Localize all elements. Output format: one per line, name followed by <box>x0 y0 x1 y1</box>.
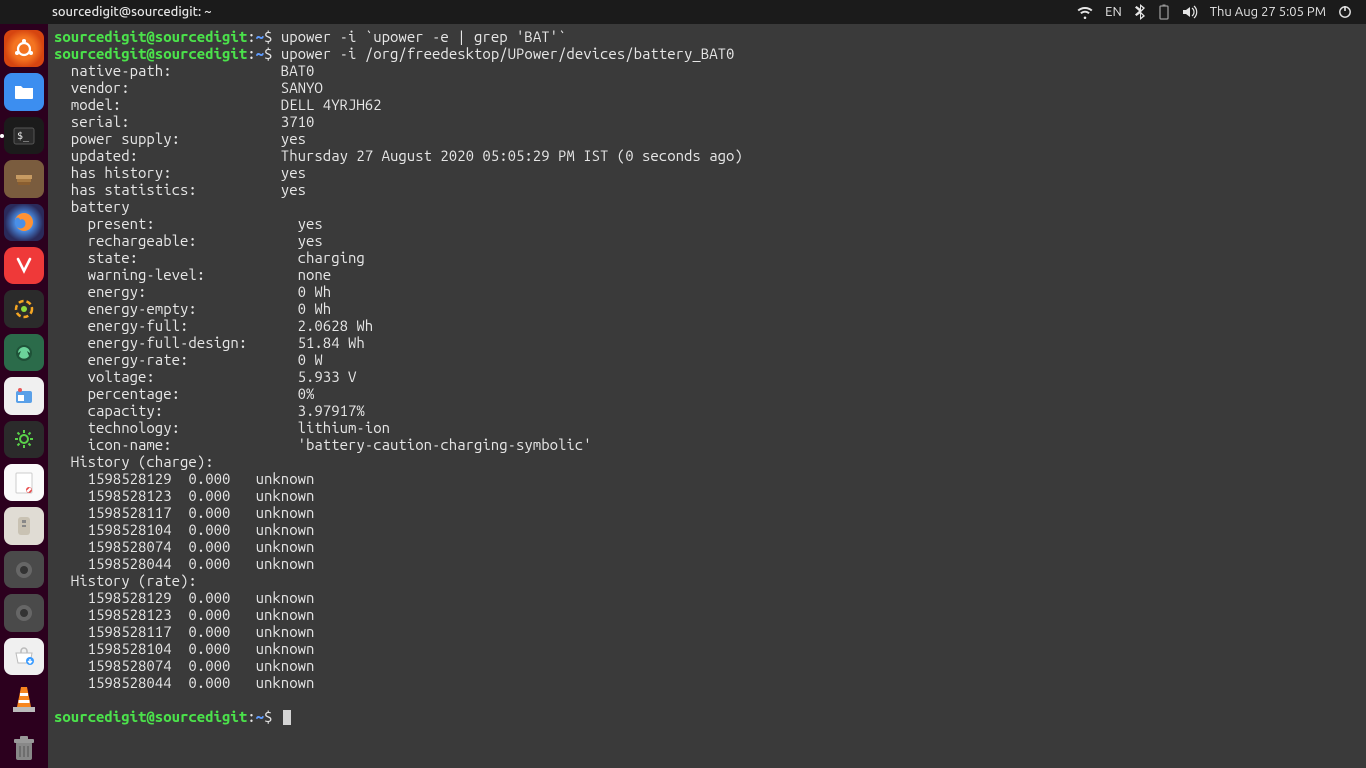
dock-item-vivaldi[interactable] <box>4 247 44 284</box>
dock-item-app2[interactable] <box>4 377 44 414</box>
clock[interactable]: Thu Aug 27 5:05 PM <box>1204 5 1332 19</box>
clock-label: Thu Aug 27 5:05 PM <box>1210 5 1326 19</box>
terminal-content[interactable]: sourcedigit@sourcedigit:~$ upower -i `up… <box>48 24 1366 768</box>
dock-item-software[interactable] <box>4 638 44 675</box>
svg-text:$_: $_ <box>17 131 30 142</box>
cursor <box>283 710 291 725</box>
dock-item-ubuntu[interactable] <box>4 30 44 67</box>
dock-item-nautilus[interactable] <box>4 160 44 197</box>
power-icon[interactable] <box>1332 5 1358 19</box>
dock-item-vlc[interactable] <box>4 681 44 718</box>
dock-item-screenshot[interactable] <box>4 334 44 371</box>
battery-icon[interactable] <box>1152 4 1176 20</box>
dock: $_ <box>0 24 48 768</box>
dock-item-app4[interactable] <box>4 594 44 631</box>
dock-item-notes[interactable] <box>4 464 44 501</box>
bluetooth-icon[interactable] <box>1128 4 1152 20</box>
dock-item-terminal[interactable]: $_ <box>4 117 44 154</box>
dock-item-files[interactable] <box>4 73 44 110</box>
volume-icon[interactable] <box>1176 5 1204 19</box>
dock-item-app3[interactable] <box>4 551 44 588</box>
window-title: sourcedigit@sourcedigit: ~ <box>52 5 212 19</box>
lang-label: EN <box>1105 5 1122 19</box>
dock-item-app1[interactable] <box>4 290 44 327</box>
top-panel: sourcedigit@sourcedigit: ~ EN Thu Aug 27… <box>0 0 1366 24</box>
dock-item-trash[interactable] <box>4 731 44 768</box>
dock-item-firefox[interactable] <box>4 204 44 241</box>
wifi-icon[interactable] <box>1071 5 1099 19</box>
dock-item-archive[interactable] <box>4 507 44 544</box>
lang-indicator[interactable]: EN <box>1099 5 1128 19</box>
dock-item-settings[interactable] <box>4 421 44 458</box>
